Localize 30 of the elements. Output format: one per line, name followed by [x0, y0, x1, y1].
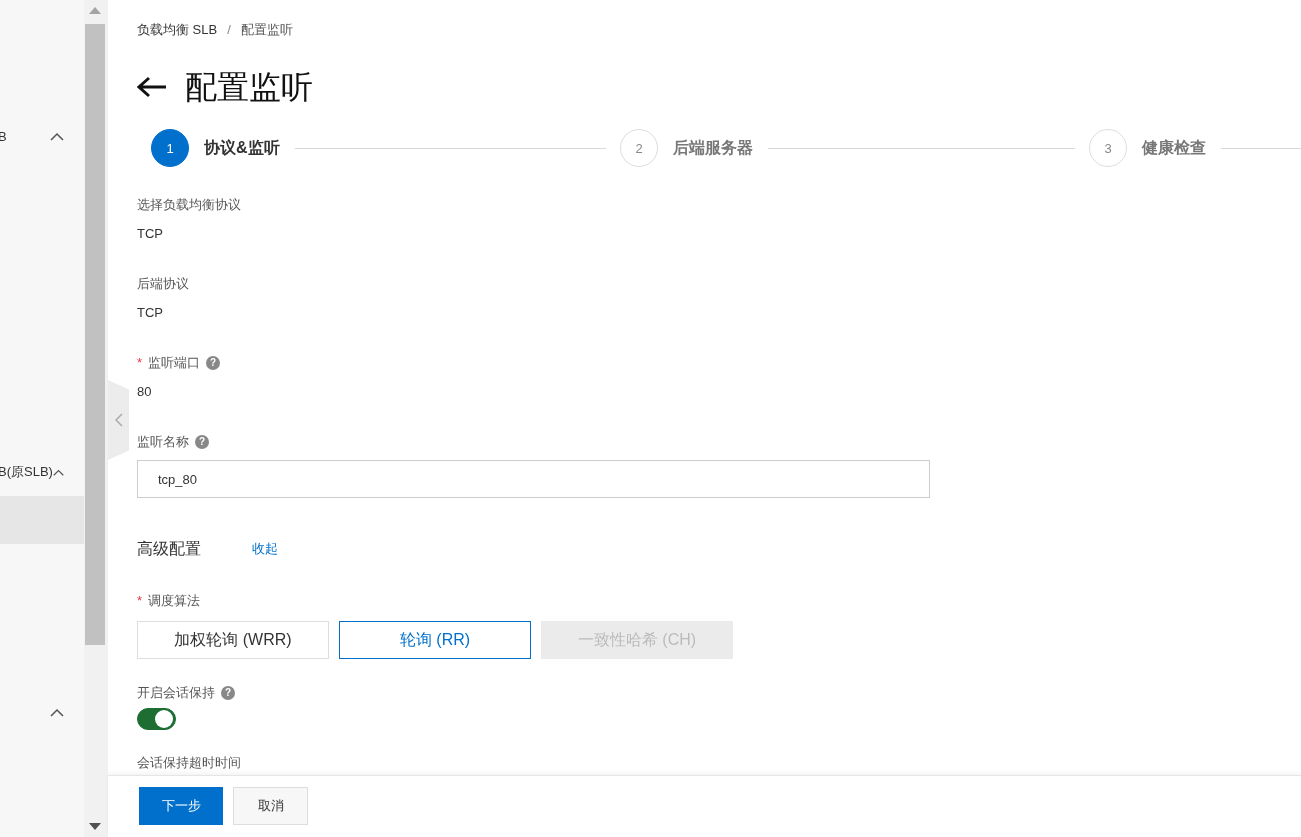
field-value: TCP: [137, 225, 164, 243]
field-label: 会话保持超时时间: [137, 754, 241, 772]
help-icon[interactable]: ?: [221, 686, 235, 700]
breadcrumb-link[interactable]: 负载均衡 SLB: [137, 21, 218, 39]
field-label: 选择负载均衡协议: [137, 196, 241, 214]
collapse-link[interactable]: 收起: [252, 540, 278, 558]
breadcrumb-current: 配置监听: [240, 21, 293, 39]
help-icon[interactable]: ?: [206, 356, 221, 370]
page-title: 配置监听: [185, 68, 313, 107]
field-value: TCP: [137, 304, 164, 322]
step-label[interactable]: 健康检查: [1142, 137, 1206, 159]
required-mark: *: [137, 592, 143, 610]
field-value: 80: [137, 383, 153, 401]
section-title: 高级配置: [137, 539, 202, 559]
step-number[interactable]: 1: [151, 129, 189, 167]
next-button[interactable]: 下一步: [139, 786, 223, 825]
field-label: 调度算法: [148, 592, 201, 610]
field-label: 后端协议: [137, 275, 189, 293]
field-label: 监听端口: [148, 354, 201, 372]
step-label[interactable]: 后端服务器: [673, 137, 753, 159]
cancel-button[interactable]: 取消: [233, 786, 308, 825]
field-label: 开启会话保持: [137, 684, 215, 702]
field-label: 监听名称: [137, 433, 189, 451]
help-icon[interactable]: ?: [195, 435, 209, 449]
option-button[interactable]: 轮询 (RR): [339, 621, 531, 659]
name-input-field[interactable]: tcp_80: [137, 460, 930, 498]
required-mark: *: [137, 354, 143, 372]
breadcrumb-separator: /: [227, 21, 231, 39]
option-button[interactable]: 加权轮询 (WRR): [137, 621, 329, 659]
step-label[interactable]: 协议&监听: [204, 137, 280, 159]
